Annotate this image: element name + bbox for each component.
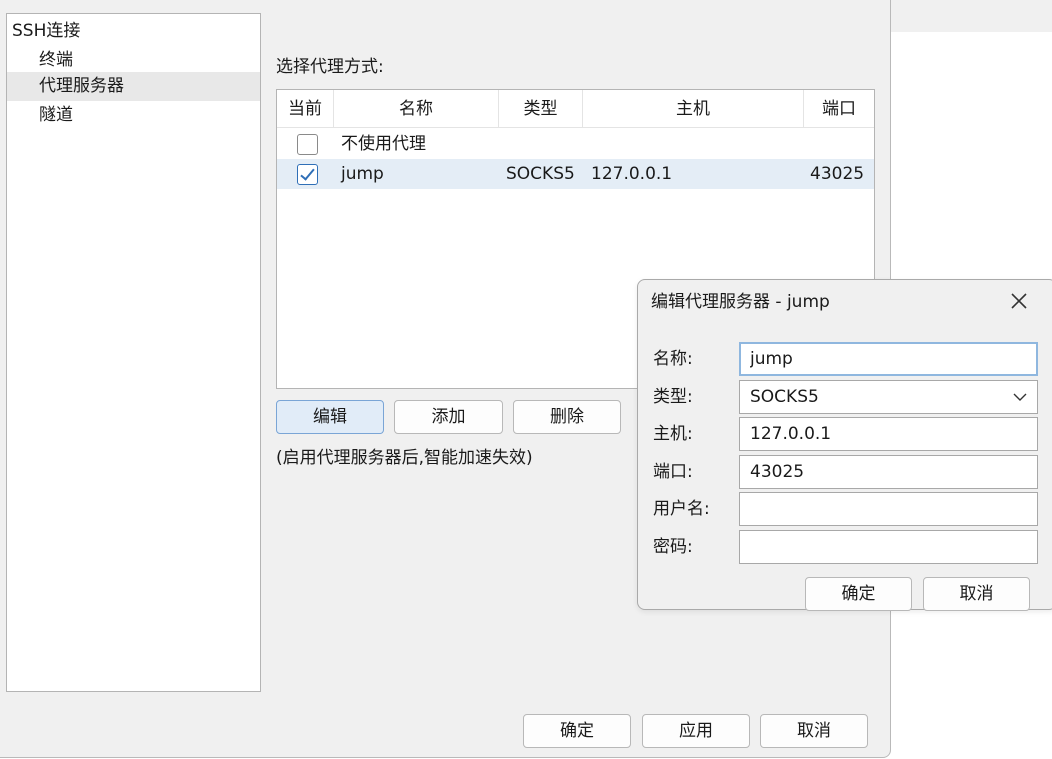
port-input[interactable]: [739, 455, 1038, 489]
row-current-checkbox[interactable]: [297, 134, 318, 155]
column-host[interactable]: 主机: [583, 90, 804, 128]
column-name[interactable]: 名称: [334, 90, 499, 128]
tree-item-terminal[interactable]: 终端: [7, 46, 260, 75]
settings-tree: SSH连接 终端 代理服务器 隧道: [6, 13, 261, 692]
password-label: 密码:: [653, 537, 693, 557]
host-label: 主机:: [653, 424, 693, 444]
row-name: 不使用代理: [341, 134, 426, 154]
type-select-value: SOCKS5: [750, 387, 819, 407]
row-port: 43025: [810, 164, 865, 184]
host-input[interactable]: [739, 417, 1038, 451]
edit-proxy-dialog: 编辑代理服务器 - jump 名称: 类型: SOCKS5 主机: 端口: 用户…: [637, 279, 1052, 611]
close-icon: [1011, 293, 1027, 309]
edit-dialog-title: 编辑代理服务器 - jump: [651, 292, 830, 312]
proxy-row-none[interactable]: 不使用代理: [277, 129, 874, 159]
apply-button[interactable]: 应用: [642, 714, 750, 748]
username-input[interactable]: [739, 492, 1038, 526]
row-host: 127.0.0.1: [591, 164, 673, 184]
dialog-cancel-button[interactable]: 取消: [923, 577, 1030, 611]
close-dialog-button[interactable]: [1004, 286, 1034, 316]
name-label: 名称:: [653, 349, 693, 369]
delete-proxy-button[interactable]: 删除: [513, 400, 621, 434]
column-type[interactable]: 类型: [499, 90, 583, 128]
tree-item-proxy[interactable]: 代理服务器: [7, 72, 260, 101]
proxy-list-header: 当前 名称 类型 主机 端口: [277, 90, 874, 128]
port-label: 端口:: [653, 462, 693, 482]
column-current[interactable]: 当前: [277, 90, 334, 128]
tree-item-ssh[interactable]: SSH连接: [7, 17, 260, 46]
column-port[interactable]: 端口: [804, 90, 874, 128]
chevron-down-icon: [1013, 393, 1027, 401]
dialog-ok-button[interactable]: 确定: [805, 577, 912, 611]
row-current-checkbox[interactable]: [297, 164, 318, 185]
screen: SSH连接 终端 代理服务器 隧道 选择代理方式: 当前 名称 类型 主机 端口…: [0, 0, 1052, 759]
name-input[interactable]: [739, 342, 1038, 376]
username-label: 用户名:: [653, 499, 710, 519]
row-type: SOCKS5: [506, 164, 575, 184]
ok-button[interactable]: 确定: [523, 714, 631, 748]
proxy-note: (启用代理服务器后,智能加速失效): [276, 448, 533, 468]
background-window: [891, 0, 1052, 32]
row-name: jump: [341, 164, 384, 184]
cancel-button[interactable]: 取消: [760, 714, 868, 748]
type-label: 类型:: [653, 387, 693, 407]
add-proxy-button[interactable]: 添加: [394, 400, 503, 434]
proxy-mode-label: 选择代理方式:: [276, 57, 384, 77]
password-input[interactable]: [739, 530, 1038, 564]
tree-item-tunnel[interactable]: 隧道: [7, 101, 260, 130]
edit-proxy-button[interactable]: 编辑: [276, 400, 384, 434]
proxy-row-jump[interactable]: jump SOCKS5 127.0.0.1 43025: [277, 159, 874, 189]
type-select[interactable]: SOCKS5: [739, 380, 1038, 414]
